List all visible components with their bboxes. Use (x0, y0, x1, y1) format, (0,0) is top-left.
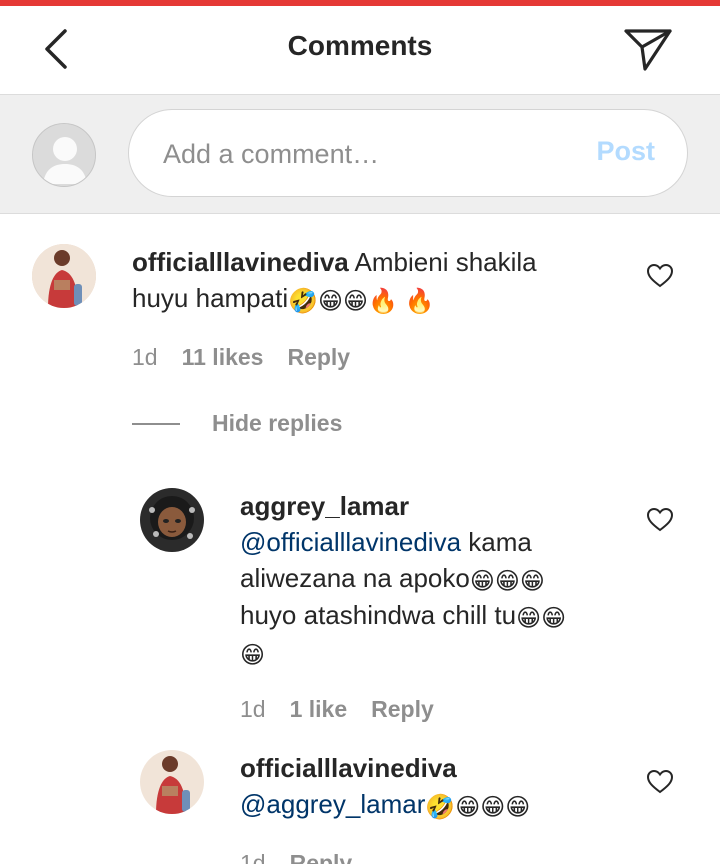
comments-header: Comments (0, 6, 720, 94)
user-photo-icon (140, 750, 204, 814)
reply-body-line2: aliwezana na apoko (240, 563, 470, 593)
direct-message-button[interactable] (618, 22, 678, 78)
comment-composer: Post (0, 94, 720, 214)
emoji-sequence: 🤣😁😁🔥 🔥 (288, 288, 435, 315)
emoji-sequence: 😁 (240, 642, 266, 669)
reply-meta: 1d Reply (240, 850, 352, 864)
mention-link[interactable]: @officialllavinediva (240, 527, 461, 557)
comment-body: Ambieni shakila (348, 247, 537, 277)
comment-meta: 1d 11 likes Reply (132, 344, 350, 371)
hide-replies-toggle[interactable]: Hide replies (132, 410, 342, 437)
reply-username[interactable]: aggrey_lamar (240, 491, 409, 521)
comment-field-container: Post (128, 109, 688, 197)
reply-likes[interactable]: 1 like (290, 696, 348, 723)
mention-link[interactable]: @aggrey_lamar (240, 789, 425, 819)
paper-plane-icon (624, 29, 672, 71)
comment-likes[interactable]: 11 likes (182, 344, 264, 371)
comment-username[interactable]: officialllavinediva (132, 247, 349, 277)
comment-text: officialllavinediva Ambieni shakila huyu… (132, 244, 612, 317)
avatar[interactable] (140, 488, 204, 552)
emoji-sequence: 😁😁😁 (469, 568, 545, 595)
hide-replies-label: Hide replies (212, 410, 343, 436)
like-heart-icon[interactable] (646, 506, 674, 534)
reply-time: 1d (240, 850, 266, 864)
emoji-sequence: 😁😁 (516, 605, 567, 632)
user-photo-icon (140, 488, 204, 552)
comment-body-line2: huyu hampati (132, 283, 289, 313)
post-button[interactable]: Post (596, 136, 655, 167)
comment-input[interactable] (163, 132, 563, 176)
page-title: Comments (287, 30, 433, 61)
reply-button[interactable]: Reply (371, 696, 434, 723)
reply-text: officialllavinediva @aggrey_lamar 🤣😁😁😁 (240, 750, 640, 823)
reply-username[interactable]: officialllavinediva (240, 753, 457, 783)
reply-button[interactable]: Reply (287, 344, 350, 371)
user-photo-icon (32, 244, 96, 308)
reply-button[interactable]: Reply (290, 850, 353, 864)
reply-text: aggrey_lamar @officialllavinediva kama a… (240, 488, 620, 671)
avatar (32, 123, 96, 187)
reply-meta: 1d 1 like Reply (240, 696, 434, 723)
default-avatar-icon (33, 124, 95, 186)
reply-time: 1d (240, 696, 266, 722)
reply-body-line3: huyo atashindwa chill tu (240, 600, 517, 630)
reply-body: kama (461, 527, 532, 557)
like-heart-icon[interactable] (646, 262, 674, 290)
avatar[interactable] (140, 750, 204, 814)
avatar[interactable] (32, 244, 96, 308)
comment-time: 1d (132, 344, 158, 370)
like-heart-icon[interactable] (646, 768, 674, 796)
emoji-sequence: 🤣😁😁😁 (425, 794, 531, 821)
divider-line (132, 422, 180, 425)
